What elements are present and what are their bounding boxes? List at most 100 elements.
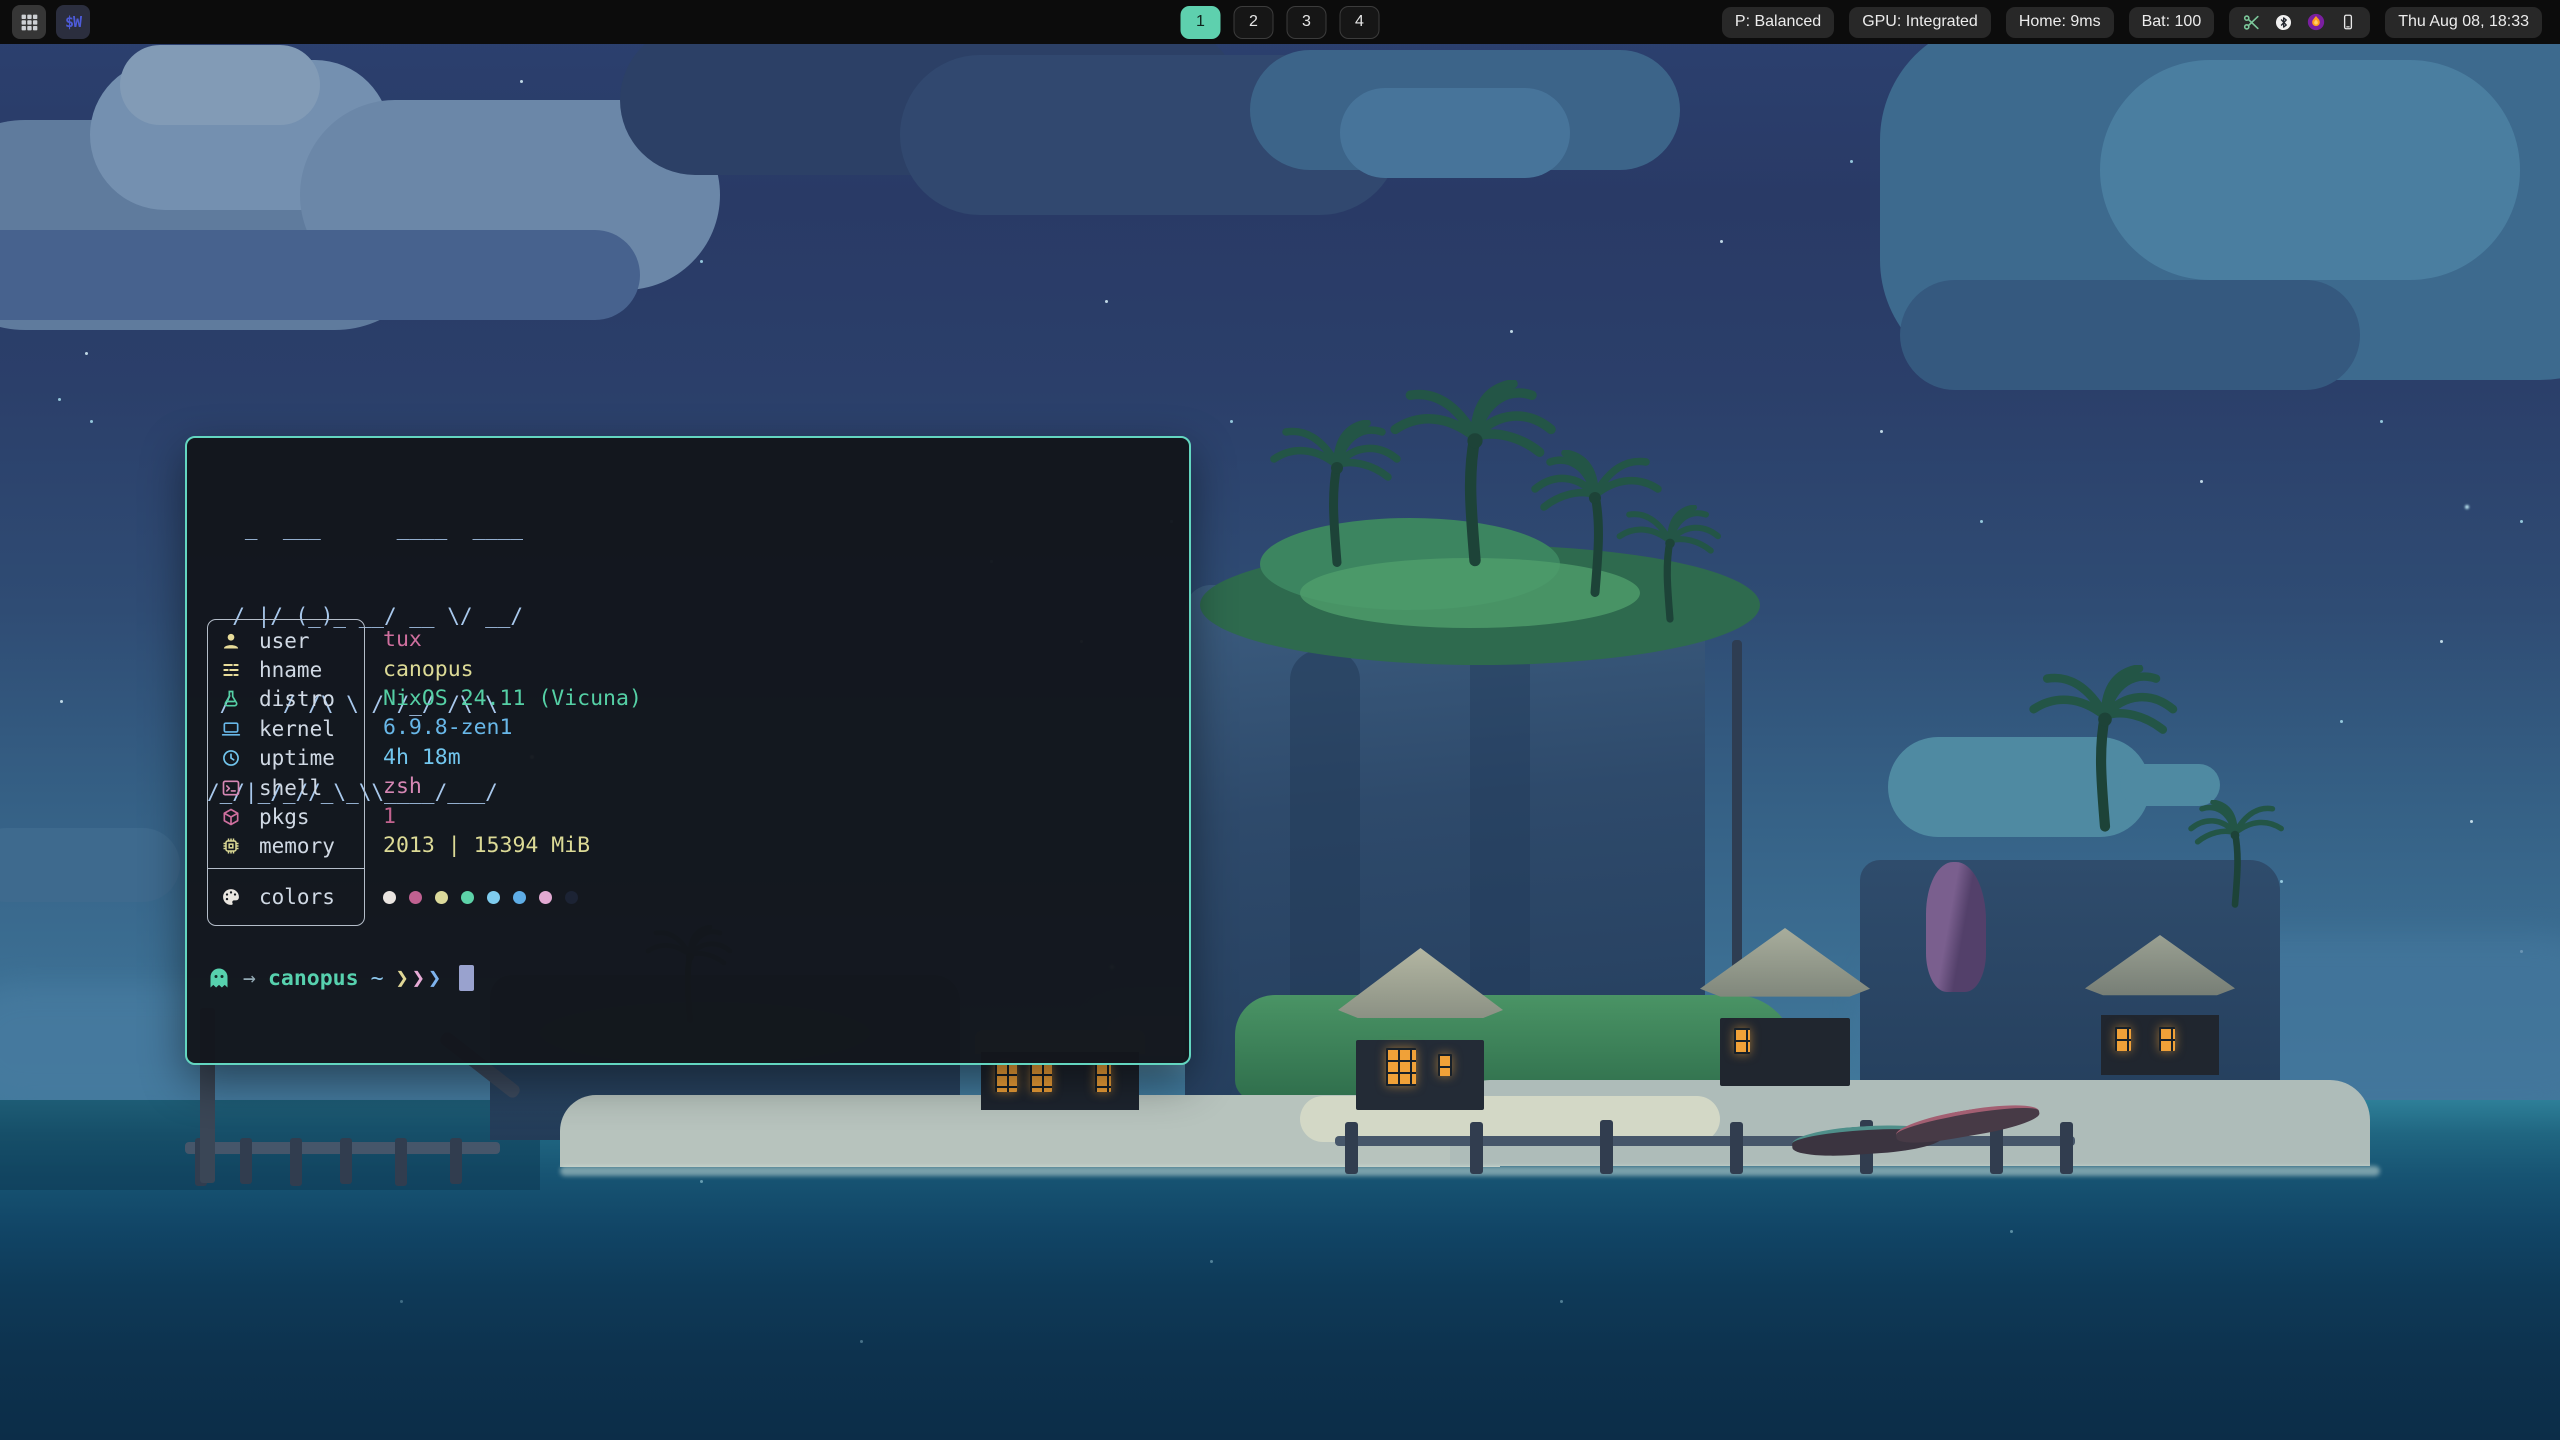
- prompt-chevrons: ❯ ❯ ❯: [396, 966, 442, 991]
- fetch-value: 4h 18m: [383, 743, 642, 772]
- palette-dot: [461, 891, 474, 904]
- palm-tree-icon: [2180, 800, 2290, 910]
- workspace-3[interactable]: 3: [1287, 6, 1327, 39]
- hut-two: [1700, 928, 1870, 1086]
- fetch-row-user: user: [208, 626, 364, 655]
- fetch-row-colors: colors: [208, 869, 364, 925]
- dock-post: [395, 1138, 407, 1186]
- list-icon: [221, 660, 241, 680]
- fetch-row-hname: hname: [208, 655, 364, 684]
- special-workspace-label: $W: [65, 13, 81, 31]
- clipboard-scissors-icon[interactable]: [2242, 13, 2261, 32]
- clock-icon: [221, 748, 241, 768]
- hut-one: [1338, 948, 1503, 1110]
- hut-three: [2085, 935, 2235, 1075]
- fetch-row-shell: shell: [208, 773, 364, 802]
- gpu-pill[interactable]: GPU: Integrated: [1849, 7, 1991, 38]
- fetch-label: colors: [259, 885, 335, 909]
- system-fetch-panel: user hname distro kernel uptime shell: [207, 619, 642, 926]
- bluetooth-icon[interactable]: [2274, 13, 2293, 32]
- spacer: [383, 860, 642, 869]
- palette-dot: [539, 891, 552, 904]
- flameshot-icon[interactable]: [2306, 12, 2326, 32]
- shell-icon: [221, 778, 241, 798]
- dock-post: [290, 1138, 302, 1186]
- workspace-label: 1: [1196, 13, 1205, 31]
- fetch-label: kernel: [259, 717, 335, 741]
- palm-tree-icon: [1610, 505, 1730, 625]
- fetch-row-memory: memory: [208, 832, 364, 861]
- prompt-arrow: →: [243, 966, 256, 991]
- power-profile-label: P: Balanced: [1735, 13, 1821, 31]
- fetch-row-distro: distro: [208, 685, 364, 714]
- ghost-icon: [207, 966, 231, 990]
- power-profile-pill[interactable]: P: Balanced: [1722, 7, 1834, 38]
- tiki-statue: [1926, 862, 1986, 992]
- fetch-row-kernel: kernel: [208, 714, 364, 743]
- clock-pill[interactable]: Thu Aug 08, 18:33: [2385, 7, 2542, 38]
- fetch-value: 1: [383, 801, 642, 830]
- fence-post: [2060, 1122, 2073, 1174]
- fetch-value: NixOS 24.11 (Vicuna): [383, 684, 642, 713]
- fetch-row-pkgs: pkgs: [208, 802, 364, 831]
- palm-tree-icon: [2020, 665, 2190, 835]
- workspace-label: 2: [1249, 13, 1258, 31]
- bar-left-group: $W: [12, 5, 90, 39]
- dock-post: [240, 1138, 252, 1184]
- fence-post: [1600, 1120, 1613, 1174]
- prompt-chevron: ❯: [428, 966, 441, 991]
- fetch-value: 2013 | 15394 MiB: [383, 831, 642, 860]
- palette-dot: [565, 891, 578, 904]
- workspace-label: 4: [1355, 13, 1364, 31]
- palette-icon: [221, 887, 241, 907]
- gpu-label: GPU: Integrated: [1862, 13, 1978, 31]
- terminal-cursor[interactable]: [459, 965, 474, 991]
- fetch-label: pkgs: [259, 805, 310, 829]
- fetch-label: distro: [259, 687, 335, 711]
- fence-post: [1730, 1122, 1743, 1174]
- top-bar: $W 1 2 3 4 P: Balanced GPU: Integrated H…: [0, 0, 2560, 44]
- workspace-1[interactable]: 1: [1181, 6, 1221, 39]
- cloud-top-center2: [1340, 88, 1570, 178]
- fetch-row-uptime: uptime: [208, 744, 364, 773]
- fetch-value: zsh: [383, 772, 642, 801]
- fetch-label: hname: [259, 658, 322, 682]
- dock-post: [450, 1138, 462, 1184]
- app-grid-icon: [20, 13, 39, 32]
- battery-label: Bat: 100: [2142, 13, 2202, 31]
- terminal-window[interactable]: _ ___ ____ ____ / |/ (_)_ __/ __ \/ __/ …: [185, 436, 1191, 1065]
- home-latency-label: Home: 9ms: [2019, 13, 2101, 31]
- palette-dot: [487, 891, 500, 904]
- flask-icon: [221, 689, 241, 709]
- chip-icon: [221, 836, 241, 856]
- special-workspace-button[interactable]: $W: [56, 5, 90, 39]
- package-icon: [221, 807, 241, 827]
- fetch-label: user: [259, 629, 310, 653]
- fetch-label: shell: [259, 776, 322, 800]
- beach-fence-rail: [1335, 1136, 2075, 1146]
- workspace-label: 3: [1302, 13, 1311, 31]
- phone-icon[interactable]: [2339, 13, 2357, 31]
- fetch-label: uptime: [259, 746, 335, 770]
- workspace-4[interactable]: 4: [1340, 6, 1380, 39]
- fetch-value-column: tux canopus NixOS 24.11 (Vicuna) 6.9.8-z…: [383, 619, 642, 926]
- home-latency-pill[interactable]: Home: 9ms: [2006, 7, 2114, 38]
- app-launcher-button[interactable]: [12, 5, 46, 39]
- laptop-icon: [221, 719, 241, 739]
- fence-post: [1470, 1122, 1483, 1174]
- fetch-label: memory: [259, 834, 335, 858]
- palette-dot: [409, 891, 422, 904]
- cloud-mid-left: [0, 828, 180, 902]
- workspace-switcher: 1 2 3 4: [1181, 0, 1380, 44]
- cloud-shadow: [0, 230, 640, 320]
- cloud-top-right-light: [2100, 60, 2520, 280]
- cloud-puff: [120, 45, 320, 125]
- workspace-2[interactable]: 2: [1234, 6, 1274, 39]
- fetch-label-column: user hname distro kernel uptime shell: [207, 619, 365, 926]
- palette-dot: [435, 891, 448, 904]
- system-tray: [2229, 7, 2370, 38]
- shell-prompt[interactable]: → canopus ~ ❯ ❯ ❯: [207, 965, 474, 991]
- battery-pill[interactable]: Bat: 100: [2129, 7, 2215, 38]
- prompt-hostname: canopus: [268, 966, 359, 991]
- clock-label: Thu Aug 08, 18:33: [2398, 13, 2529, 31]
